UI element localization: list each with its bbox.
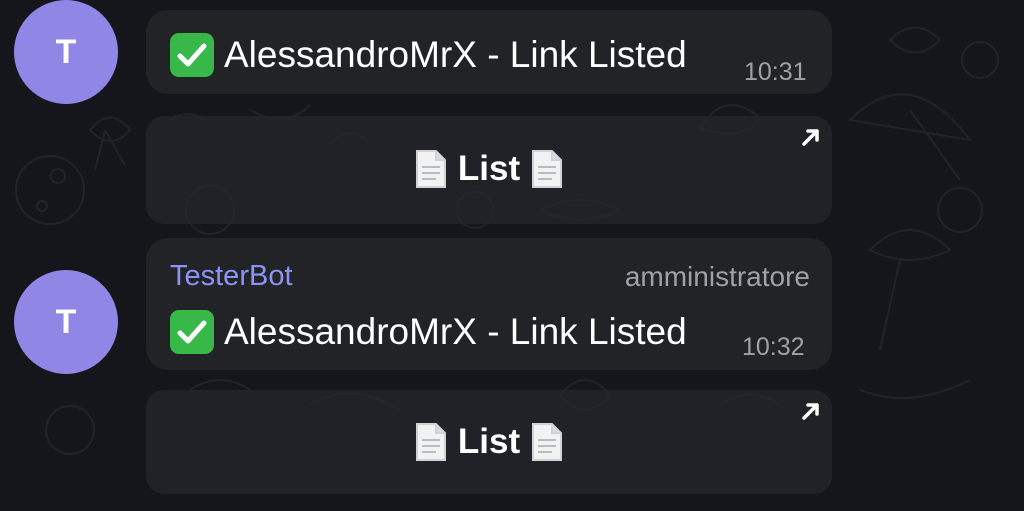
button-content: List bbox=[146, 422, 832, 462]
inline-keyboard-button-list[interactable]: List bbox=[146, 390, 832, 494]
document-icon bbox=[414, 422, 448, 462]
avatar[interactable]: T bbox=[14, 0, 118, 104]
message-text-row: AlessandroMrX - Link Listed bbox=[170, 310, 687, 354]
avatar-initial: T bbox=[55, 32, 77, 71]
button-content: List bbox=[146, 149, 832, 189]
external-link-arrow-icon bbox=[800, 126, 822, 148]
check-icon bbox=[170, 33, 214, 77]
message-bubble[interactable]: TesterBot amministratore AlessandroMrX -… bbox=[146, 238, 832, 370]
sender-name[interactable]: TesterBot bbox=[170, 260, 293, 293]
button-label: List bbox=[457, 422, 521, 461]
check-icon bbox=[170, 310, 214, 354]
message-time: 10:31 bbox=[744, 58, 807, 86]
message-bubble[interactable]: AlessandroMrX - Link Listed 10:31 bbox=[146, 10, 832, 94]
external-link-arrow-icon bbox=[800, 400, 822, 422]
document-icon bbox=[414, 149, 448, 189]
avatar[interactable]: T bbox=[14, 270, 118, 374]
sender-role-badge: amministratore bbox=[624, 261, 810, 292]
button-label: List bbox=[457, 149, 521, 188]
document-icon bbox=[530, 422, 564, 462]
message-time: 10:32 bbox=[742, 333, 805, 361]
document-icon bbox=[530, 149, 564, 189]
message-text: AlessandroMrX - Link Listed bbox=[224, 311, 687, 352]
message-text: AlessandroMrX - Link Listed bbox=[224, 34, 687, 75]
avatar-initial: T bbox=[55, 302, 77, 341]
message-text-row: AlessandroMrX - Link Listed bbox=[170, 33, 687, 77]
inline-keyboard-button-list[interactable]: List bbox=[146, 116, 832, 224]
